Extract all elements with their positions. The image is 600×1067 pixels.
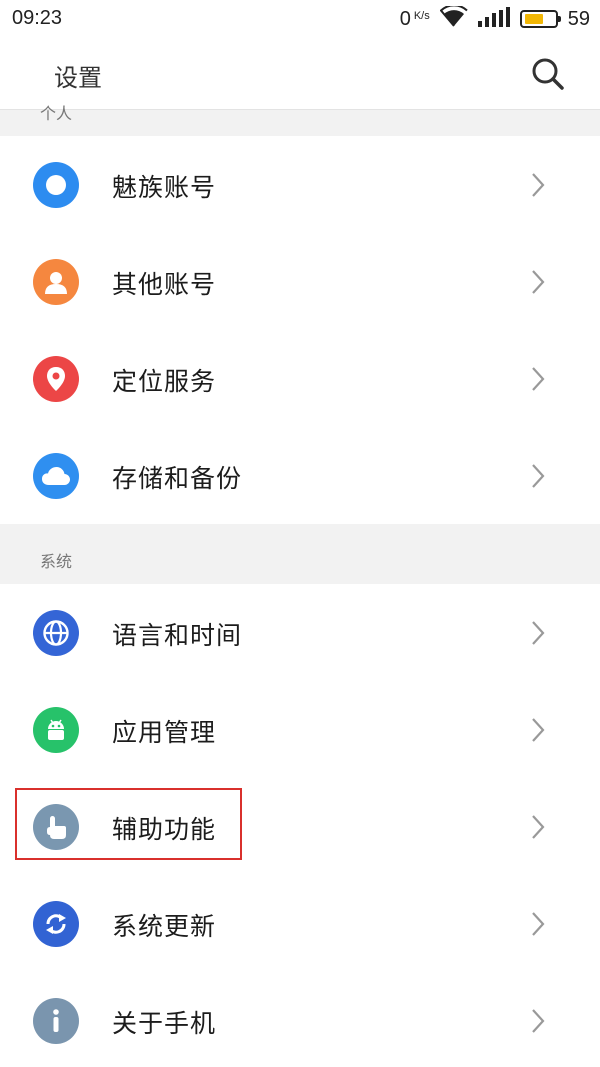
app-header: 设置 [0,38,600,110]
search-button[interactable] [530,56,566,92]
person-icon [33,259,79,305]
location-pin-icon [33,356,79,402]
settings-row-about-phone[interactable]: 关于手机 [0,972,600,1067]
settings-row-app-management[interactable]: 应用管理 [0,681,600,778]
globe-icon [33,610,79,656]
signal-icon [477,7,510,31]
battery-level: 59 [567,7,590,30]
section-header-system: 系统 [0,524,600,584]
row-label: 关于手机 [112,1009,217,1038]
chevron-right-icon [532,621,545,645]
search-icon [532,58,564,90]
settings-row-language-time[interactable]: 语言和时间 [0,584,600,681]
status-right: 0 K/s 59 [400,4,590,33]
settings-row-storage-backup[interactable]: 存储和备份 [0,427,600,524]
section-header-personal: 个人 [0,104,600,136]
android-icon [33,707,79,753]
chevron-right-icon [532,464,545,488]
wifi-icon [439,4,468,32]
chevron-right-icon [532,815,545,839]
row-label: 存储和备份 [112,464,243,493]
battery-icon [519,10,561,28]
settings-row-location[interactable]: 定位服务 [0,330,600,427]
flyme-account-icon [33,162,79,208]
settings-row-other-accounts[interactable]: 其他账号 [0,233,600,330]
refresh-icon [33,901,79,947]
row-label: 其他账号 [112,270,217,299]
cloud-icon [33,453,79,499]
status-time: 09:23 [12,7,63,29]
row-label: 定位服务 [112,367,217,396]
section-label-personal: 个人 [40,104,73,123]
battery-fill [524,14,543,24]
settings-row-flyme-account[interactable]: 魅族账号 [0,136,600,233]
chevron-right-icon [532,367,545,391]
chevron-right-icon [532,270,545,294]
section-label-system: 系统 [40,552,73,571]
chevron-right-icon [532,718,545,742]
chevron-right-icon [532,1009,545,1033]
page-title: 设置 [54,64,102,92]
highlight-box [15,788,242,860]
network-speed-value: 0 [399,7,411,30]
row-label: 应用管理 [112,718,217,747]
chevron-right-icon [532,912,545,936]
info-icon [33,998,79,1044]
settings-row-system-update[interactable]: 系统更新 [0,875,600,972]
row-label: 语言和时间 [112,621,243,650]
network-speed: 0 K/s [400,8,430,31]
status-bar: 09:23 0 K/s 59 [0,0,600,38]
row-label: 系统更新 [112,912,217,941]
chevron-right-icon [532,173,545,197]
row-label: 魅族账号 [112,173,217,202]
network-speed-unit: K/s [413,9,430,22]
